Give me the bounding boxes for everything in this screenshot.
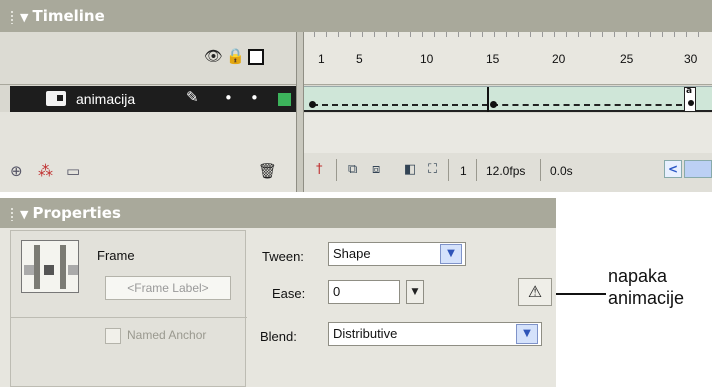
keyframe-divider	[487, 87, 489, 112]
pencil-icon: ✎	[186, 88, 199, 106]
ruler-label-15: 15	[486, 52, 500, 66]
modify-onion-markers-icon[interactable]: ⛶	[428, 162, 437, 177]
ruler-label-25: 25	[620, 52, 634, 66]
frames-row[interactable]	[304, 86, 712, 112]
onion-skin-icon[interactable]: ⧉	[348, 162, 357, 177]
keyframe-start[interactable]	[309, 101, 316, 108]
insert-layer-icon[interactable]: ⊕	[10, 162, 23, 180]
ease-slider-button[interactable]: ▼	[406, 280, 424, 304]
ruler-label-5: 5	[356, 52, 363, 66]
divider	[11, 317, 247, 318]
frame-caption: Frame	[97, 248, 135, 263]
ruler-label-30: 30	[684, 52, 698, 66]
properties-title-bar[interactable]: ▼ Properties	[0, 198, 556, 228]
blend-label: Blend:	[260, 329, 297, 344]
callout-line1: napaka	[608, 266, 668, 286]
properties-title: Properties	[32, 204, 121, 222]
callout-line2: animacije	[608, 288, 685, 308]
warning-icon[interactable]: ⚠	[518, 278, 552, 306]
frame-thumbnail-icon	[21, 240, 79, 293]
outline-icon[interactable]	[248, 49, 264, 65]
visibility-dot[interactable]: •	[224, 89, 233, 107]
layer-controls: ⊕ ⁂ ▭ 🗑	[0, 112, 296, 192]
tween-value: Shape	[333, 246, 371, 261]
lock-dot[interactable]: •	[250, 89, 259, 107]
ease-value: 0	[333, 284, 341, 299]
ruler-label-1: 1	[318, 52, 325, 66]
ruler-label-10: 10	[420, 52, 434, 66]
add-motion-guide-icon[interactable]: ⁂	[38, 162, 53, 180]
scroll-left-button[interactable]: <	[664, 160, 682, 178]
frame-action-label: a	[686, 86, 693, 96]
edit-multiple-frames-icon[interactable]: ◧	[404, 162, 416, 177]
horizontal-scrollbar[interactable]	[684, 160, 712, 178]
tween-line-1	[312, 104, 488, 106]
chevron-down-icon[interactable]: ▼	[440, 244, 462, 264]
current-frame-readout: 1	[460, 164, 467, 178]
callout-line	[556, 293, 606, 295]
collapse-triangle-icon[interactable]: ▼	[20, 200, 28, 230]
frame-ruler[interactable]: 1 5 10 15 20 25 30	[304, 32, 712, 85]
lock-icon[interactable]: 🔒	[226, 47, 245, 65]
named-anchor-checkbox[interactable]	[105, 328, 121, 344]
blend-select[interactable]: Distributive	[328, 322, 542, 346]
frame-info-section: Frame <Frame Label> Named Anchor	[10, 230, 247, 387]
frame-label-input[interactable]: <Frame Label>	[105, 276, 231, 300]
layer-name[interactable]: animacija	[76, 91, 135, 107]
elapsed-time-readout: 0.0s	[550, 164, 573, 178]
center-frame-icon[interactable]: †	[316, 162, 323, 177]
chevron-down-icon[interactable]: ▼	[516, 324, 538, 344]
named-anchor-label: Named Anchor	[127, 328, 207, 342]
properties-panel: ▼ Properties Frame <Frame Label> Named An…	[0, 198, 556, 387]
outline-color-swatch[interactable]	[278, 93, 291, 106]
layer-icon	[46, 91, 66, 106]
timeline-title-bar[interactable]: ▼ Timeline	[0, 0, 712, 32]
callout-text: napaka animacije	[608, 265, 712, 309]
tween-settings-section: Tween: Shape ▼ Ease: 0 ▼ ⚠ Blend: Distri…	[248, 230, 554, 387]
insert-folder-icon[interactable]: ▭	[66, 162, 80, 180]
tween-label: Tween:	[262, 249, 304, 264]
grip-icon[interactable]	[10, 206, 14, 221]
eye-icon[interactable]: 👁	[204, 47, 223, 65]
timeline-divider[interactable]	[296, 32, 304, 192]
keyframe-end-dot	[688, 100, 694, 106]
tween-line-2	[492, 104, 682, 106]
blend-value: Distributive	[333, 326, 398, 341]
layer-row[interactable]: animacija ✎ • •	[10, 86, 296, 112]
timeline-title: Timeline	[32, 7, 105, 25]
keyframe-middle[interactable]	[490, 101, 497, 108]
onion-skin-outlines-icon[interactable]: ⧈	[372, 162, 380, 177]
ease-label: Ease:	[272, 286, 306, 301]
ruler-label-20: 20	[552, 52, 566, 66]
frame-rate-readout[interactable]: 12.0fps	[486, 164, 525, 178]
trash-icon[interactable]: 🗑	[258, 162, 277, 180]
ease-input[interactable]: 0	[328, 280, 400, 304]
collapse-triangle-icon[interactable]: ▼	[20, 2, 28, 34]
frames-empty-area[interactable]	[304, 113, 712, 153]
grip-icon[interactable]	[10, 9, 14, 24]
